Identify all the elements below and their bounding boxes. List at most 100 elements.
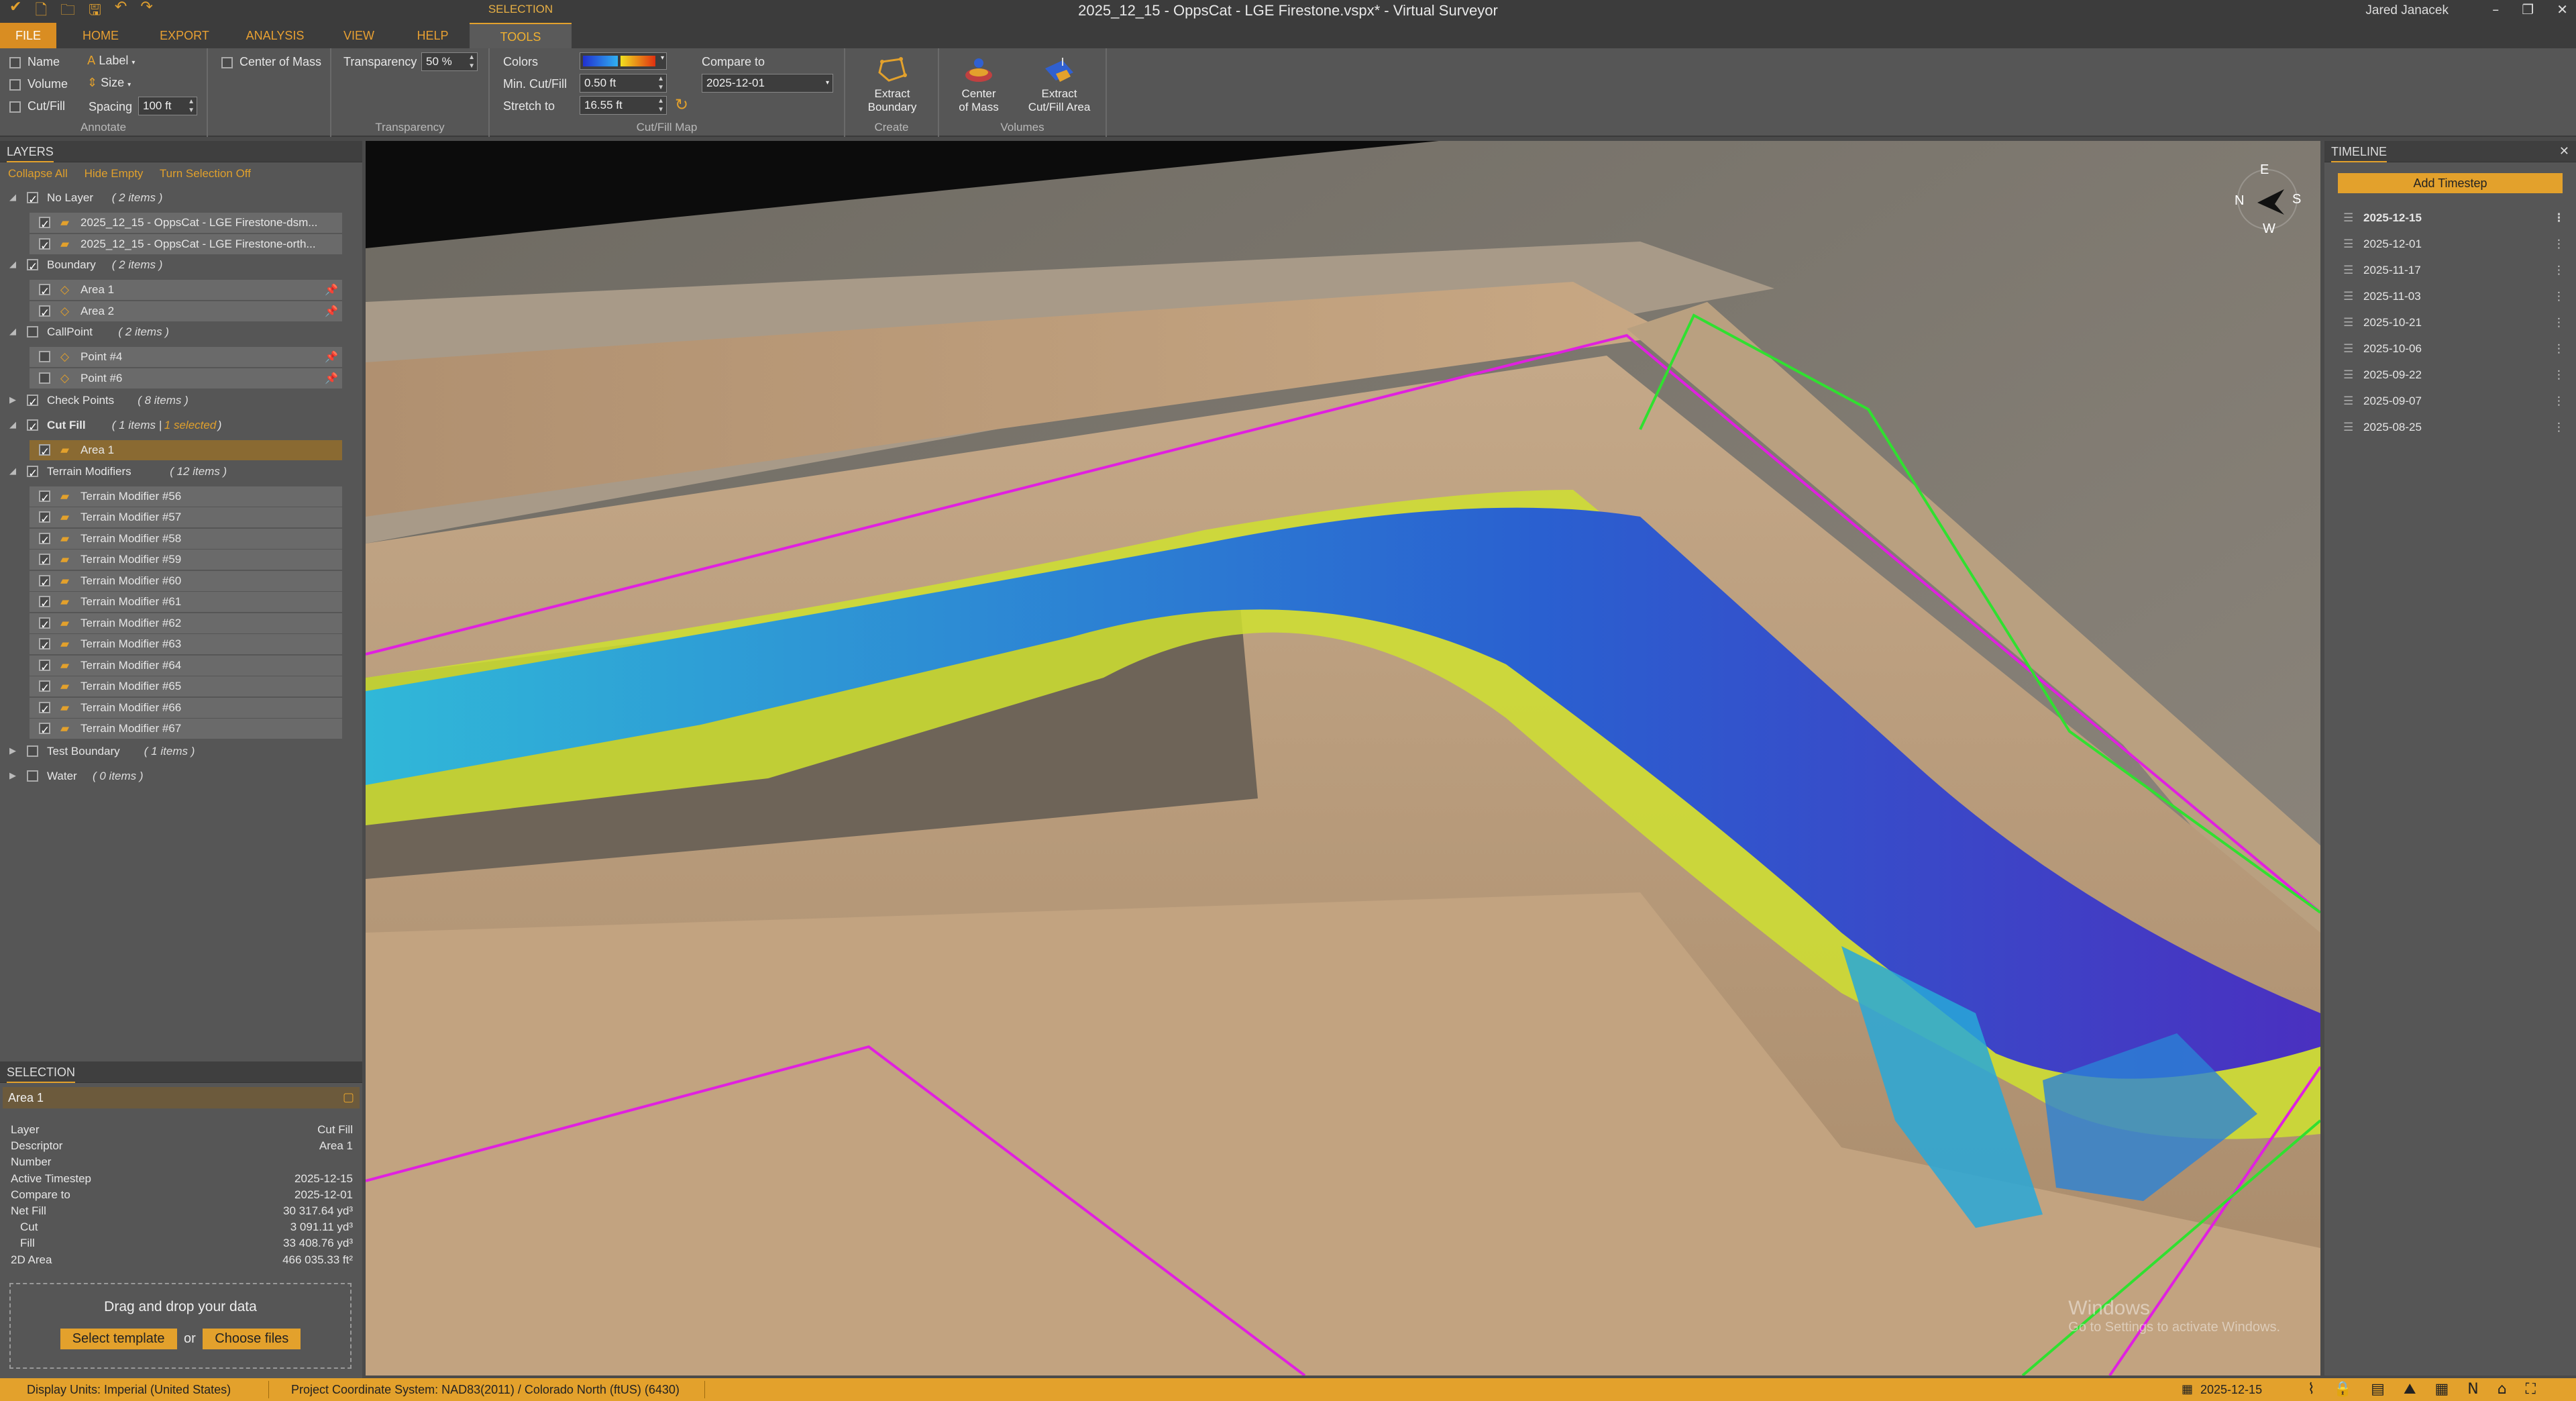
layer-item[interactable]: ▰ 2025_12_15 - OppsCat - LGE Firestone-or…	[0, 234, 362, 256]
layer-item[interactable]: ▰ Terrain Modifier #64	[0, 655, 362, 678]
drop-zone[interactable]: Drag and drop your data Select template …	[9, 1283, 352, 1369]
layer-item[interactable]: ▰ Terrain Modifier #56	[0, 486, 362, 509]
layer-item[interactable]: ▰ Terrain Modifier #61	[0, 592, 362, 614]
save-icon[interactable]: 🖫	[89, 0, 101, 24]
compass[interactable]: N E S W	[2231, 162, 2304, 236]
more-options-icon[interactable]: ⋮	[2553, 260, 2565, 280]
grid-icon[interactable]: ▤	[2371, 1378, 2385, 1401]
timestep-row[interactable]: ☰ 2025-12-01 ⋮	[2343, 234, 2565, 254]
tab-help[interactable]: HELP	[409, 23, 456, 48]
label-dropdown[interactable]: A Label ▾	[87, 54, 135, 68]
stretch-input[interactable]: 16.55 ft ▲ ▼	[580, 96, 667, 115]
tab-file[interactable]: FILE	[0, 23, 56, 48]
timeline-tab[interactable]: TIMELINE	[2331, 141, 2387, 162]
visibility-checkbox[interactable]	[39, 236, 50, 256]
collapse-icon[interactable]: ◢	[9, 415, 16, 435]
center-of-mass-button[interactable]: Center of Mass	[942, 55, 1016, 114]
layer-group[interactable]: ▶ Test Boundary ( 1 items )	[0, 741, 362, 762]
visibility-checkbox[interactable]	[39, 573, 50, 593]
home-view-icon[interactable]: ⌂	[2498, 1378, 2507, 1401]
undo-icon[interactable]: ↶	[115, 0, 127, 24]
visibility-checkbox[interactable]	[39, 615, 50, 635]
group-visibility-checkbox[interactable]	[27, 190, 38, 210]
group-visibility-checkbox[interactable]	[27, 745, 38, 757]
visibility-checkbox[interactable]	[39, 678, 50, 698]
layer-item[interactable]: ◇ Point #6 📌	[0, 368, 362, 388]
app-check-icon[interactable]: ✔	[9, 0, 21, 24]
timestep-row[interactable]: ☰ 2025-09-07 ⋮	[2343, 391, 2565, 411]
drag-handle-icon[interactable]: ☰	[2343, 313, 2355, 333]
timestep-row[interactable]: ☰ 2025-10-21 ⋮	[2343, 313, 2565, 333]
layer-group[interactable]: ◢ Boundary ( 2 items )	[0, 255, 362, 277]
choose-files-button[interactable]: Choose files	[203, 1329, 301, 1349]
visibility-checkbox[interactable]	[39, 636, 50, 656]
display-units[interactable]: Display Units: Imperial (United States)	[27, 1378, 231, 1401]
group-visibility-checkbox[interactable]	[27, 393, 38, 413]
select-template-button[interactable]: Select template	[60, 1329, 177, 1349]
drag-handle-icon[interactable]: ☰	[2343, 391, 2355, 411]
hide-empty-link[interactable]: Hide Empty	[85, 167, 144, 180]
minimize-icon[interactable]: –	[2492, 1, 2499, 17]
layers-tab[interactable]: LAYERS	[7, 141, 54, 162]
collapse-icon[interactable]: ◢	[9, 188, 16, 208]
table-icon[interactable]: ▦	[2434, 1378, 2449, 1401]
name-checkbox[interactable]: Name	[9, 55, 60, 69]
layer-item[interactable]: ▰ 2025_12_15 - OppsCat - LGE Firestone-ds…	[0, 213, 362, 235]
timestep-row[interactable]: ☰ 2025-11-17 ⋮	[2343, 260, 2565, 280]
group-visibility-checkbox[interactable]	[27, 326, 38, 338]
visibility-checkbox[interactable]	[39, 658, 50, 678]
layer-item[interactable]: ▰ Terrain Modifier #62	[0, 613, 362, 635]
terrain-icon[interactable]: ⛰	[2404, 1378, 2416, 1401]
visibility-checkbox[interactable]	[39, 531, 50, 551]
new-file-icon[interactable]: 🗋	[35, 0, 47, 24]
visibility-checkbox[interactable]	[39, 303, 50, 323]
visibility-checkbox[interactable]	[39, 509, 50, 529]
tab-analysis[interactable]: ANALYSIS	[241, 23, 309, 48]
layer-group[interactable]: ◢ Terrain Modifiers ( 12 items )	[0, 462, 362, 484]
more-options-icon[interactable]: ⋮	[2553, 417, 2565, 437]
visibility-checkbox[interactable]	[39, 442, 50, 462]
timestep-row[interactable]: ☰ 2025-09-22 ⋮	[2343, 365, 2565, 385]
close-icon[interactable]: ✕	[2557, 1, 2568, 17]
group-visibility-checkbox[interactable]	[27, 464, 38, 484]
group-visibility-checkbox[interactable]	[27, 257, 38, 277]
more-options-icon[interactable]: ⋮	[2553, 287, 2565, 307]
layer-item[interactable]: ◇ Area 2 📌	[0, 301, 362, 323]
expand-icon[interactable]: ▶	[9, 391, 16, 411]
layer-item[interactable]: ▰ Area 1	[0, 440, 362, 462]
status-date[interactable]: 2025-12-15	[2200, 1378, 2262, 1401]
lock-icon[interactable]: 🔒	[2334, 1378, 2352, 1401]
turn-selection-off-link[interactable]: Turn Selection Off	[160, 167, 251, 180]
transparency-input[interactable]: 50 % ▲ ▼	[421, 52, 478, 71]
selection-tab[interactable]: SELECTION	[7, 1061, 76, 1083]
more-options-icon[interactable]: ⋮	[2553, 208, 2565, 228]
tab-home[interactable]: HOME	[74, 23, 127, 48]
pin-icon[interactable]: 📌	[325, 368, 338, 388]
cutfill-checkbox[interactable]: Cut/Fill	[9, 99, 65, 113]
add-timestep-button[interactable]: Add Timestep	[2338, 173, 2563, 193]
layer-item[interactable]: ▰ Terrain Modifier #58	[0, 528, 362, 551]
visibility-checkbox[interactable]	[39, 351, 50, 362]
visibility-checkbox[interactable]	[39, 552, 50, 572]
map-viewport[interactable]: N E S W Windows Go to Settings to activa…	[366, 141, 2320, 1376]
layer-group[interactable]: ▶ Check Points ( 8 items )	[0, 391, 362, 413]
layer-item[interactable]: ▰ Terrain Modifier #63	[0, 634, 362, 656]
expand-icon[interactable]: ▶	[9, 766, 16, 786]
extract-cutfill-area-button[interactable]: Extract Cut/Fill Area	[1016, 55, 1103, 114]
color-ramp-dropdown[interactable]: ▾	[580, 52, 667, 70]
coordinate-system[interactable]: Project Coordinate System: NAD83(2011) /…	[291, 1378, 680, 1401]
visibility-checkbox[interactable]	[39, 372, 50, 384]
visibility-checkbox[interactable]	[39, 282, 50, 302]
collapse-icon[interactable]: ◢	[9, 255, 16, 275]
more-options-icon[interactable]: ⋮	[2553, 391, 2565, 411]
extract-boundary-button[interactable]: Extract Boundary	[845, 55, 939, 114]
more-options-icon[interactable]: ⋮	[2553, 313, 2565, 333]
restore-icon[interactable]: ❐	[2522, 1, 2534, 17]
layer-item[interactable]: ▰ Terrain Modifier #67	[0, 719, 362, 741]
collapse-icon[interactable]: ◢	[9, 322, 16, 342]
layer-group[interactable]: ▶ Water ( 0 items )	[0, 766, 362, 786]
visibility-checkbox[interactable]	[39, 215, 50, 235]
size-dropdown[interactable]: ⇕ Size ▾	[87, 76, 131, 90]
layer-item[interactable]: ◇ Point #4 📌	[0, 347, 362, 367]
spacing-input[interactable]: 100 ft ▲ ▼	[138, 97, 197, 115]
